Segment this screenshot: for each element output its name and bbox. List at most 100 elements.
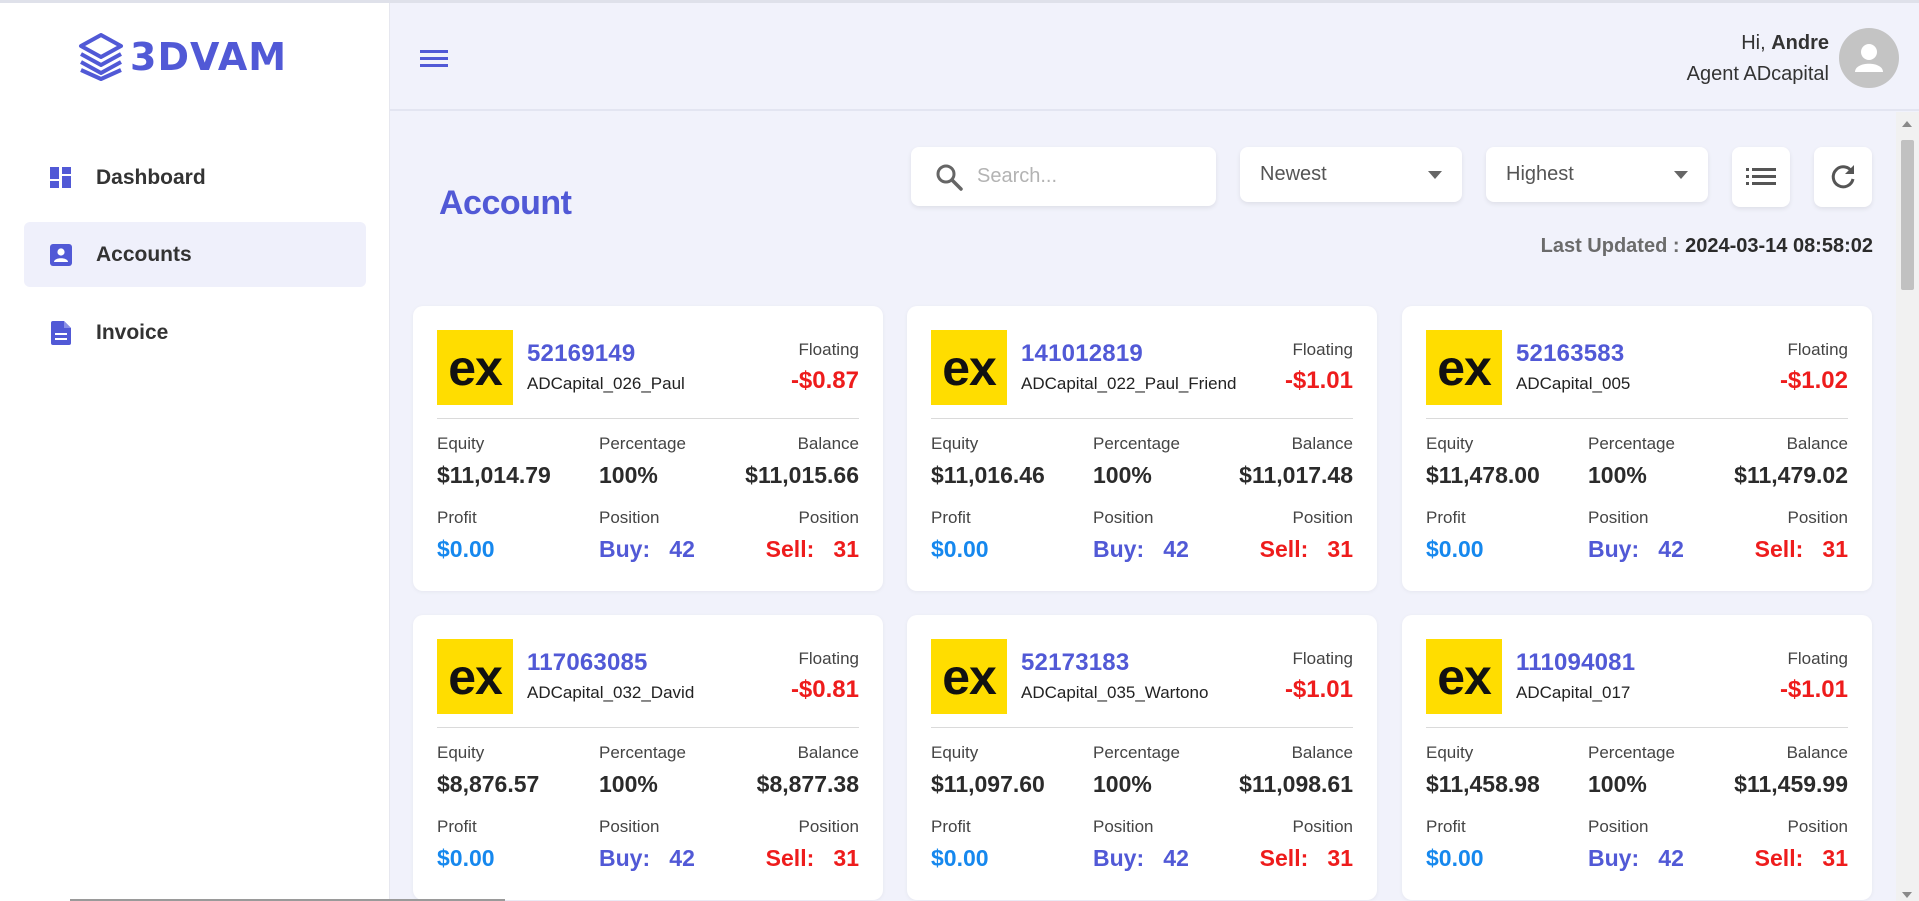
- document-icon: [48, 320, 74, 346]
- floating-value: -$0.81: [790, 676, 859, 703]
- account-box-icon: [48, 242, 74, 268]
- search-input[interactable]: [977, 165, 1197, 188]
- equity-label: Equity: [931, 743, 979, 762]
- position-buy-value: Buy: 42: [1093, 536, 1189, 562]
- position-sell-label: Position: [1787, 508, 1848, 527]
- percentage-value: 100%: [599, 462, 658, 488]
- position-buy-value: Buy: 42: [599, 845, 695, 871]
- floating-value: -$1.01: [1779, 676, 1848, 703]
- caret-down-icon: [1428, 170, 1442, 179]
- broker-logo: ex: [1426, 330, 1502, 405]
- greeting-prefix: Hi,: [1741, 32, 1766, 54]
- position-buy-value: Buy: 42: [1588, 536, 1684, 562]
- equity-value: $11,014.79: [437, 462, 551, 488]
- balance-label: Balance: [1291, 434, 1353, 453]
- list-icon: [1746, 168, 1776, 185]
- account-name: ADCapital_005: [1516, 374, 1631, 393]
- account-number[interactable]: 52173183: [1021, 649, 1129, 677]
- account-card[interactable]: ex 52169149 ADCapital_026_Paul Floating -$0.…: [413, 306, 883, 591]
- balance-label: Balance: [797, 434, 859, 453]
- equity-label: Equity: [1426, 743, 1474, 762]
- account-card[interactable]: ex 141012819 ADCapital_022_Paul_Friend Floa…: [907, 306, 1377, 591]
- user-role: Agent ADcapital: [1686, 63, 1829, 85]
- equity-label: Equity: [437, 743, 485, 762]
- broker-logo: ex: [931, 330, 1007, 405]
- profit-label: Profit: [437, 817, 477, 836]
- account-card[interactable]: ex 111094081 ADCapital_017 Floating -$1.01 Eq…: [1402, 615, 1872, 900]
- position-buy-value: Buy: 42: [1093, 845, 1189, 871]
- account-number[interactable]: 52169149: [527, 340, 635, 368]
- account-number[interactable]: 141012819: [1021, 340, 1143, 368]
- list-view-button[interactable]: [1732, 147, 1790, 207]
- account-number[interactable]: 117063085: [527, 649, 648, 677]
- floating-label: Floating: [798, 649, 859, 668]
- search-box[interactable]: [911, 147, 1216, 206]
- account-name: ADCapital_035_Wartono: [1021, 683, 1209, 702]
- person-icon: [1855, 44, 1883, 72]
- position-sell-value: Sell: 31: [765, 536, 859, 562]
- position-sell-value: Sell: 31: [1754, 845, 1848, 871]
- scrollbar-thumb[interactable]: [1901, 140, 1914, 290]
- balance-value: $11,098.61: [1239, 771, 1353, 797]
- page-title: Account: [439, 184, 572, 222]
- profit-value: $0.00: [931, 536, 989, 562]
- sidebar-item-invoice[interactable]: Invoice: [24, 300, 366, 365]
- account-name: ADCapital_017: [1516, 683, 1631, 702]
- order-select[interactable]: Highest: [1486, 147, 1708, 202]
- position-sell-value: Sell: 31: [1259, 845, 1353, 871]
- floating-label: Floating: [1292, 649, 1353, 668]
- profit-label: Profit: [1426, 817, 1466, 836]
- account-card[interactable]: ex 52163583 ADCapital_005 Floating -$1.02 Equ…: [1402, 306, 1872, 591]
- position-buy-value: Buy: 42: [599, 536, 695, 562]
- position-sell-label: Position: [1292, 817, 1353, 836]
- dashboard-icon: [48, 165, 74, 191]
- balance-label: Balance: [797, 743, 859, 762]
- position-buy-label: Position: [1588, 508, 1649, 527]
- floating-value: -$1.01: [1284, 367, 1353, 394]
- scroll-up-arrow-icon[interactable]: [1902, 121, 1912, 127]
- hamburger-menu-icon[interactable]: [420, 47, 450, 71]
- position-buy-label: Position: [1093, 817, 1154, 836]
- balance-label: Balance: [1786, 434, 1848, 453]
- position-buy-label: Position: [599, 817, 660, 836]
- account-number[interactable]: 111094081: [1516, 649, 1635, 677]
- avatar[interactable]: [1839, 28, 1899, 88]
- broker-logo: ex: [437, 330, 513, 405]
- equity-value: $11,097.60: [931, 771, 1045, 797]
- refresh-button[interactable]: [1814, 147, 1872, 207]
- equity-label: Equity: [931, 434, 979, 453]
- percentage-label: Percentage: [599, 434, 686, 453]
- scroll-down-arrow-icon[interactable]: [1902, 892, 1912, 898]
- vertical-scrollbar[interactable]: [1896, 112, 1919, 901]
- account-card[interactable]: ex 52173183 ADCapital_035_Wartono Floating -…: [907, 615, 1377, 900]
- brand-logo[interactable]: 3DVAM: [78, 33, 287, 81]
- floating-label: Floating: [798, 340, 859, 359]
- user-greeting: Hi, Andre Agent ADcapital: [1687, 28, 1829, 90]
- account-name: ADCapital_022_Paul_Friend: [1021, 374, 1237, 393]
- sort-select[interactable]: Newest: [1240, 147, 1462, 202]
- account-number[interactable]: 52163583: [1516, 340, 1624, 368]
- balance-value: $11,017.48: [1239, 462, 1353, 488]
- profit-label: Profit: [1426, 508, 1466, 527]
- account-name: ADCapital_026_Paul: [527, 374, 685, 393]
- caret-down-icon: [1674, 170, 1688, 179]
- percentage-label: Percentage: [1093, 434, 1180, 453]
- percentage-value: 100%: [1093, 462, 1152, 488]
- balance-label: Balance: [1786, 743, 1848, 762]
- balance-value: $11,479.02: [1734, 462, 1848, 488]
- equity-value: $8,876.57: [437, 771, 540, 797]
- broker-logo: ex: [1426, 639, 1502, 714]
- percentage-label: Percentage: [1093, 743, 1180, 762]
- sidebar-item-dashboard[interactable]: Dashboard: [24, 145, 366, 210]
- position-buy-label: Position: [1588, 817, 1649, 836]
- sidebar-item-accounts[interactable]: Accounts: [24, 222, 366, 287]
- profit-label: Profit: [931, 817, 971, 836]
- card-divider: [931, 727, 1353, 728]
- account-card[interactable]: ex 117063085 ADCapital_032_David Floating -$…: [413, 615, 883, 900]
- position-sell-value: Sell: 31: [1259, 536, 1353, 562]
- position-buy-label: Position: [599, 508, 660, 527]
- equity-label: Equity: [437, 434, 485, 453]
- broker-logo: ex: [437, 639, 513, 714]
- card-divider: [437, 418, 859, 419]
- profit-value: $0.00: [931, 845, 989, 871]
